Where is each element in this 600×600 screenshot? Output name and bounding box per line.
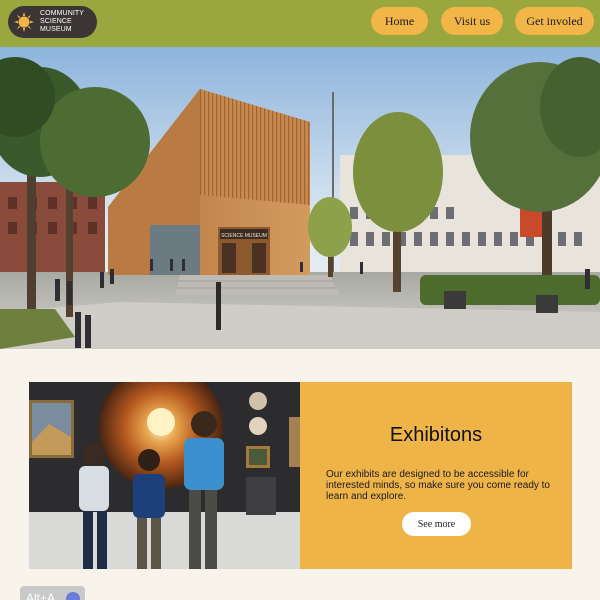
logo-line-3: MUSEUM [40, 26, 72, 33]
nav-home-button[interactable]: Home [371, 7, 428, 35]
exhibitions-description: Our exhibits are designed to be accessib… [326, 469, 550, 502]
nav-visit-us-button[interactable]: Visit us [441, 7, 503, 35]
alt-shortcut-chip[interactable]: Alt+A [20, 586, 85, 600]
hero-image: SCIENCE MUSEUM [0, 47, 600, 349]
logo-line-2: SCIENCE [40, 18, 72, 25]
alt-shortcut-label: Alt+A [26, 591, 56, 600]
exhibitions-title: Exhibitons [389, 424, 483, 446]
site-header: COMMUNITY SCIENCE MUSEUM Home Visit us G… [0, 0, 600, 47]
exhibitions-panel: Exhibitons Our exhibits are designed to … [300, 382, 572, 569]
see-more-button[interactable]: See more [402, 512, 471, 536]
nav-get-involved-button[interactable]: Get involed [515, 7, 594, 35]
exhibitions-image [29, 382, 300, 569]
logo-text: COMMUNITY SCIENCE MUSEUM [40, 10, 84, 34]
building-sign: SCIENCE MUSEUM [221, 233, 267, 239]
assistant-icon [66, 592, 80, 600]
sun-icon [14, 12, 34, 32]
logo-line-1: COMMUNITY [40, 10, 85, 17]
site-logo[interactable]: COMMUNITY SCIENCE MUSEUM [8, 6, 97, 38]
